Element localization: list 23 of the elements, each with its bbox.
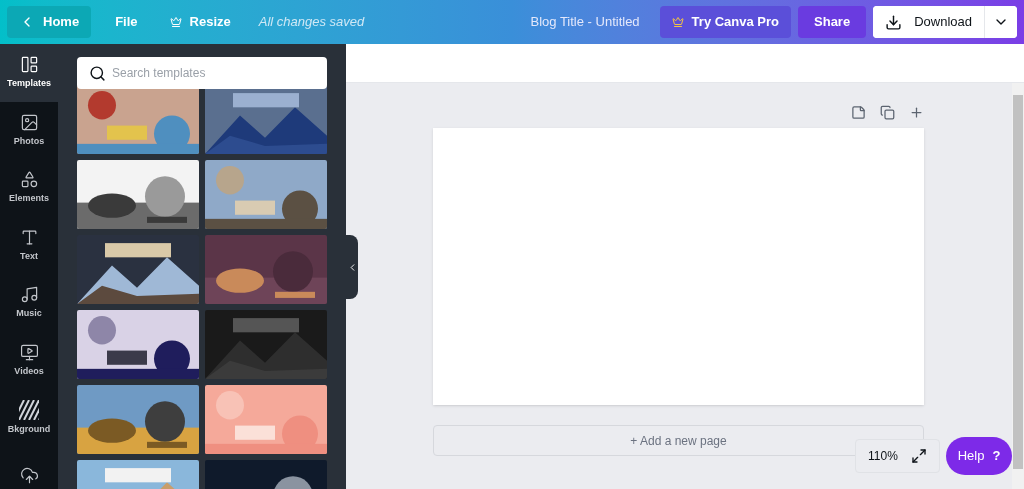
try-pro-button[interactable]: Try Canva Pro xyxy=(659,6,792,38)
note-icon[interactable] xyxy=(851,105,866,120)
stripes-icon xyxy=(19,399,39,420)
share-button[interactable]: Share xyxy=(798,6,867,38)
save-status: All changes saved xyxy=(258,13,365,32)
image-icon xyxy=(19,112,39,132)
search-icon xyxy=(89,65,106,82)
layout-icon xyxy=(19,55,39,74)
download-icon xyxy=(885,13,903,31)
copy-icon[interactable] xyxy=(880,105,895,120)
search-field[interactable]: Search templates xyxy=(77,57,327,89)
plus-icon[interactable] xyxy=(909,105,924,120)
music-icon xyxy=(19,285,39,304)
download-options-button[interactable] xyxy=(984,6,1017,38)
expand-icon[interactable] xyxy=(911,448,927,464)
crown-icon xyxy=(671,16,684,28)
upload-icon xyxy=(19,465,39,485)
video-icon xyxy=(19,342,39,362)
collapse-panel-tab[interactable] xyxy=(346,235,358,299)
shapes-icon xyxy=(19,170,39,189)
side-rail-item[interactable]: Templates xyxy=(0,44,58,102)
help-button[interactable]: Help ? xyxy=(946,437,1012,475)
crown-icon xyxy=(169,16,182,28)
